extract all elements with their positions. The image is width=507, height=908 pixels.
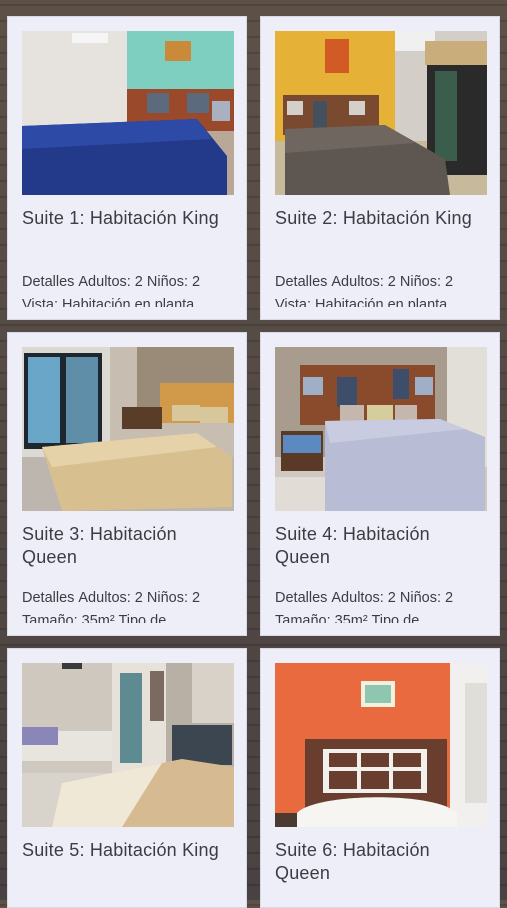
adults-count: Adultos: 2 (331, 274, 396, 290)
suite-card-3[interactable]: Suite 3: Habitación Queen Detalles Adulto… (7, 332, 247, 636)
suite-details: Detalles Adultos: 2 Niños: 2 Tamaño: 35m² … (22, 587, 236, 623)
adults-count: Adultos: 2 (78, 590, 143, 606)
details-label: Detalles (22, 274, 75, 290)
suite-photo-6[interactable] (275, 663, 487, 827)
suite-card-5[interactable]: Suite 5: Habitación King (7, 648, 247, 908)
suite-title[interactable]: Suite 5: Habitación King (22, 839, 236, 862)
suite-title[interactable]: Suite 2: Habitación King (275, 207, 489, 230)
kids-count: Niños: 2 (146, 274, 201, 290)
suite-photo-3[interactable] (22, 347, 234, 511)
kids-count: Niños: 2 (399, 274, 454, 290)
details-line-2: Tamaño: 35m² Tipo de (22, 613, 167, 623)
details-line-2: Vista: Habitación en planta (275, 297, 448, 307)
suite-card-4[interactable]: Suite 4: Habitación Queen Detalles Adulto… (260, 332, 500, 636)
kids-count: Niños: 2 (399, 590, 454, 606)
suite-details: Detalles Adultos: 2 Niños: 2 Tamaño: 35m² … (275, 587, 489, 623)
details-line-2: Vista: Habitación en planta (22, 297, 195, 307)
adults-count: Adultos: 2 (331, 590, 396, 606)
details-line-2: Tamaño: 35m² Tipo de (275, 613, 420, 623)
suite-title[interactable]: Suite 1: Habitación King (22, 207, 236, 230)
details-label: Detalles (275, 274, 328, 290)
suite-card-6[interactable]: Suite 6: Habitación Queen (260, 648, 500, 908)
suite-photo-4[interactable] (275, 347, 487, 511)
kids-count: Niños: 2 (146, 590, 201, 606)
suite-photo-5[interactable] (22, 663, 234, 827)
suite-details: Detalles Adultos: 2 Niños: 2 Vista: Habita… (275, 271, 489, 307)
suite-title[interactable]: Suite 6: Habitación Queen (275, 839, 489, 885)
suite-card-1[interactable]: Suite 1: Habitación King Detalles Adultos… (7, 16, 247, 320)
suite-details: Detalles Adultos: 2 Niños: 2 Vista: Habita… (22, 271, 236, 307)
suite-photo-1[interactable] (22, 31, 234, 195)
suite-title[interactable]: Suite 4: Habitación Queen (275, 523, 489, 569)
suite-card-2[interactable]: Suite 2: Habitación King Detalles Adultos… (260, 16, 500, 320)
details-label: Detalles (22, 590, 75, 606)
adults-count: Adultos: 2 (78, 274, 143, 290)
details-label: Detalles (275, 590, 328, 606)
suite-photo-2[interactable] (275, 31, 487, 195)
suite-title[interactable]: Suite 3: Habitación Queen (22, 523, 236, 569)
